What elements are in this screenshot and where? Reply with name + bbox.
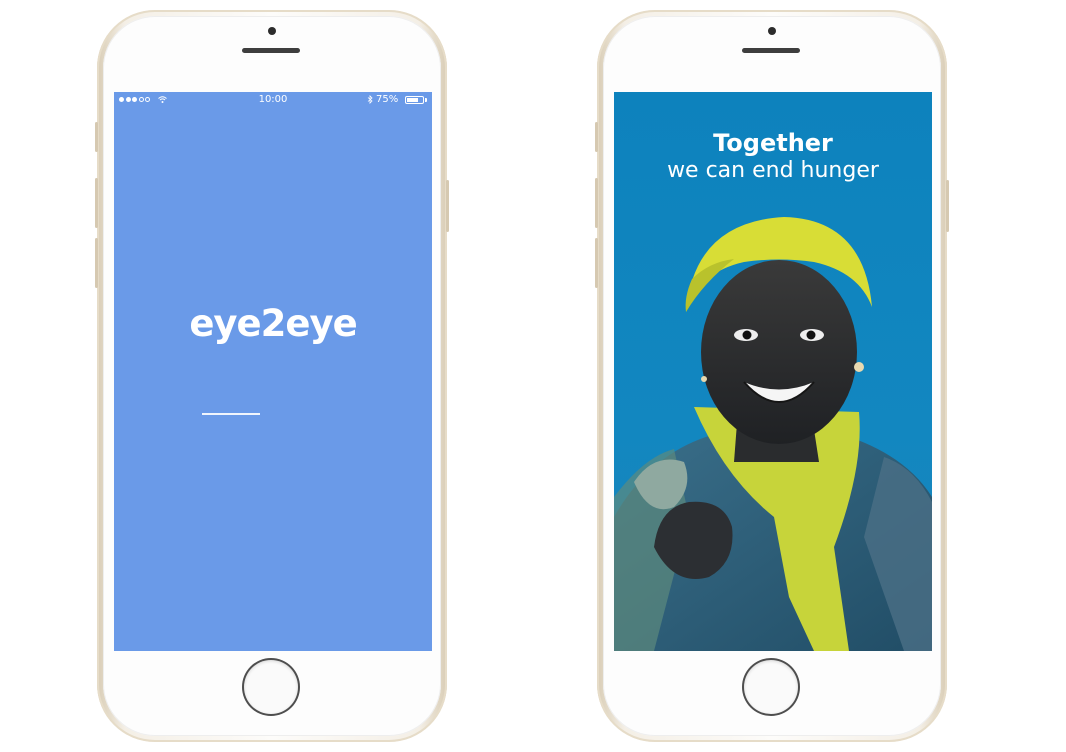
onboarding-screen: Together we can end hunger	[614, 92, 932, 651]
front-camera	[768, 27, 776, 35]
earpiece-speaker	[242, 48, 300, 53]
power-button	[446, 180, 449, 232]
splash-screen: 10:00 75% eye2eye	[114, 92, 432, 651]
volume-up-button	[95, 178, 98, 228]
battery-tip	[425, 98, 427, 102]
home-button[interactable]	[744, 660, 798, 714]
mute-switch	[595, 122, 598, 152]
smiling-girl-photo	[614, 217, 932, 651]
volume-down-button	[95, 238, 98, 288]
phone-right: Together we can end hunger	[595, 10, 949, 742]
front-camera	[268, 27, 276, 35]
battery-icon	[405, 96, 424, 104]
power-button	[946, 180, 949, 232]
battery-percentage: 75%	[376, 94, 399, 105]
headline: Together	[713, 129, 833, 157]
battery-fill	[407, 98, 419, 102]
status-bar: 10:00 75%	[114, 92, 432, 108]
bluetooth-icon	[367, 95, 373, 104]
loading-bar	[202, 413, 260, 415]
volume-down-button	[595, 238, 598, 288]
app-logo: eye2eye	[189, 302, 357, 345]
earpiece-speaker	[742, 48, 800, 53]
subheadline: we can end hunger	[667, 158, 879, 183]
home-button[interactable]	[244, 660, 298, 714]
phone-left: 10:00 75% eye2eye	[95, 10, 449, 742]
volume-up-button	[595, 178, 598, 228]
mute-switch	[95, 122, 98, 152]
